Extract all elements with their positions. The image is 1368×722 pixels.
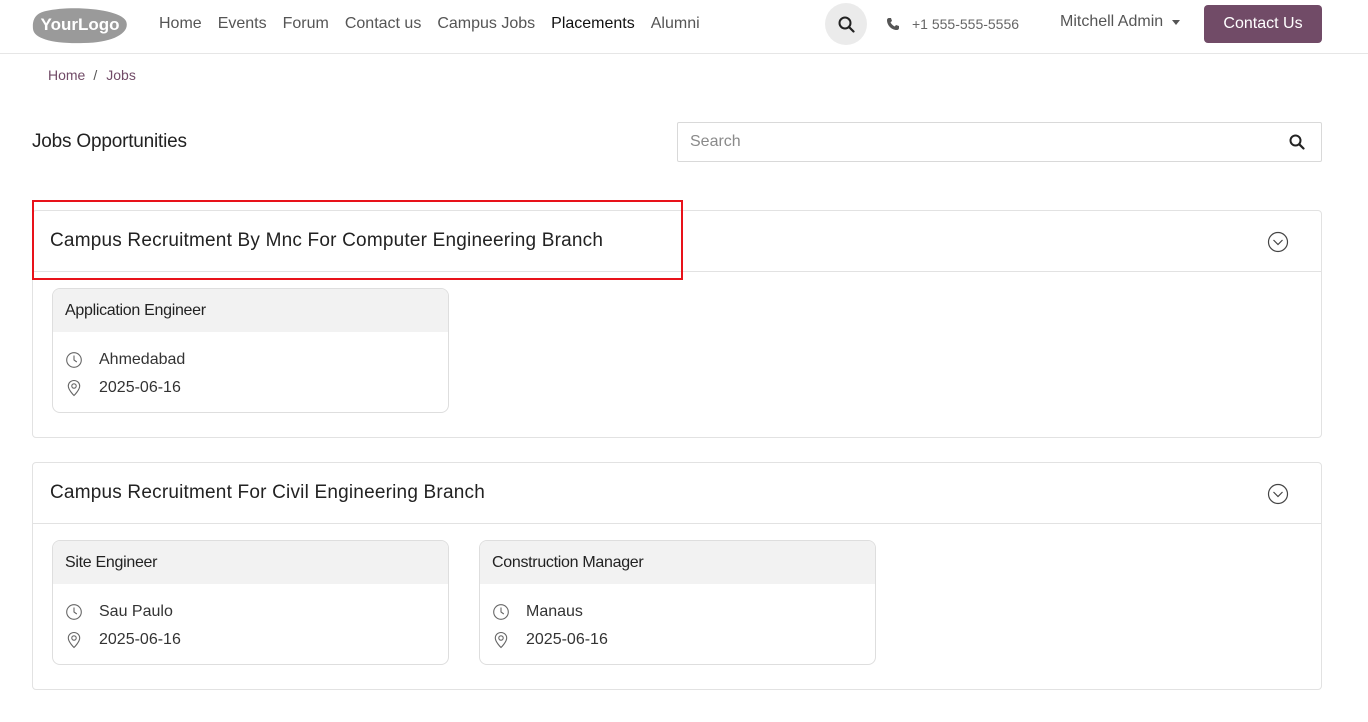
breadcrumb-separator: / xyxy=(93,67,98,83)
job-group-header[interactable]: Campus Recruitment By Mnc For Computer E… xyxy=(33,211,1321,272)
nav-forum[interactable]: Forum xyxy=(283,15,329,33)
job-group-title: Campus Recruitment For Civil Engineering… xyxy=(50,482,485,503)
nav-events[interactable]: Events xyxy=(218,15,267,33)
chevron-down-circle-icon[interactable] xyxy=(1267,483,1289,505)
job-date-row: 2025-06-16 xyxy=(65,631,181,649)
job-date: 2025-06-16 xyxy=(526,631,608,648)
page-title: Jobs Opportunities xyxy=(32,131,187,152)
job-group-title: Campus Recruitment By Mnc For Computer E… xyxy=(50,230,604,251)
phone-number: +1 555-555-5556 xyxy=(912,16,1020,32)
job-date: 2025-06-16 xyxy=(99,631,181,648)
header-search-button[interactable] xyxy=(825,3,867,45)
user-name: Mitchell Admin xyxy=(1060,13,1164,30)
nav-placements[interactable]: Placements xyxy=(551,15,635,33)
site-header: YourLogo Home Events Forum Contact us Ca… xyxy=(0,0,1368,54)
job-group: Campus Recruitment By Mnc For Computer E… xyxy=(32,210,1322,438)
clock-icon xyxy=(66,352,82,368)
location-pin-icon xyxy=(67,379,81,397)
job-group-header[interactable]: Campus Recruitment For Civil Engineering… xyxy=(33,463,1321,524)
job-date: 2025-06-16 xyxy=(99,379,181,396)
job-location: Manaus xyxy=(526,603,583,620)
clock-icon xyxy=(493,604,509,620)
phone-icon xyxy=(887,18,899,30)
chevron-down-circle-icon[interactable] xyxy=(1267,231,1289,253)
job-title[interactable]: Application Engineer xyxy=(53,289,448,332)
main-nav: Home Events Forum Contact us Campus Jobs… xyxy=(159,0,716,48)
job-location-row: Sau Paulo xyxy=(65,603,173,621)
job-card[interactable]: Site Engineer Sau Paulo 2025-06-16 xyxy=(52,540,449,665)
job-search-box xyxy=(677,122,1322,162)
breadcrumb-home[interactable]: Home xyxy=(48,67,85,83)
job-title[interactable]: Construction Manager xyxy=(480,541,875,584)
nav-home[interactable]: Home xyxy=(159,15,202,33)
job-search-input[interactable] xyxy=(678,123,1278,161)
job-card[interactable]: Application Engineer Ahmedabad 2025-06-1… xyxy=(52,288,449,413)
search-icon xyxy=(838,16,855,33)
job-location: Ahmedabad xyxy=(99,351,186,368)
search-icon[interactable] xyxy=(1289,134,1305,150)
job-card[interactable]: Construction Manager Manaus 2025-06-16 xyxy=(479,540,876,665)
job-location: Sau Paulo xyxy=(99,603,173,620)
svg-text:YourLogo: YourLogo xyxy=(41,15,120,34)
nav-campus-jobs[interactable]: Campus Jobs xyxy=(437,15,535,33)
logo-icon[interactable]: YourLogo xyxy=(32,7,128,44)
contact-us-button[interactable]: Contact Us xyxy=(1204,5,1322,43)
location-pin-icon xyxy=(494,631,508,649)
job-title[interactable]: Site Engineer xyxy=(53,541,448,584)
job-date-row: 2025-06-16 xyxy=(492,631,608,649)
breadcrumb-current[interactable]: Jobs xyxy=(106,67,136,83)
location-pin-icon xyxy=(67,631,81,649)
breadcrumb: Home / Jobs xyxy=(48,67,136,83)
user-menu[interactable]: Mitchell Admin xyxy=(1060,13,1181,31)
job-date-row: 2025-06-16 xyxy=(65,379,181,397)
caret-down-icon xyxy=(1172,19,1181,25)
nav-alumni[interactable]: Alumni xyxy=(651,15,700,33)
nav-contact-us[interactable]: Contact us xyxy=(345,15,421,33)
clock-icon xyxy=(66,604,82,620)
job-location-row: Manaus xyxy=(492,603,583,621)
job-group: Campus Recruitment For Civil Engineering… xyxy=(32,462,1322,690)
phone-link[interactable]: +1 555-555-5556 xyxy=(886,14,1019,34)
job-location-row: Ahmedabad xyxy=(65,351,185,369)
